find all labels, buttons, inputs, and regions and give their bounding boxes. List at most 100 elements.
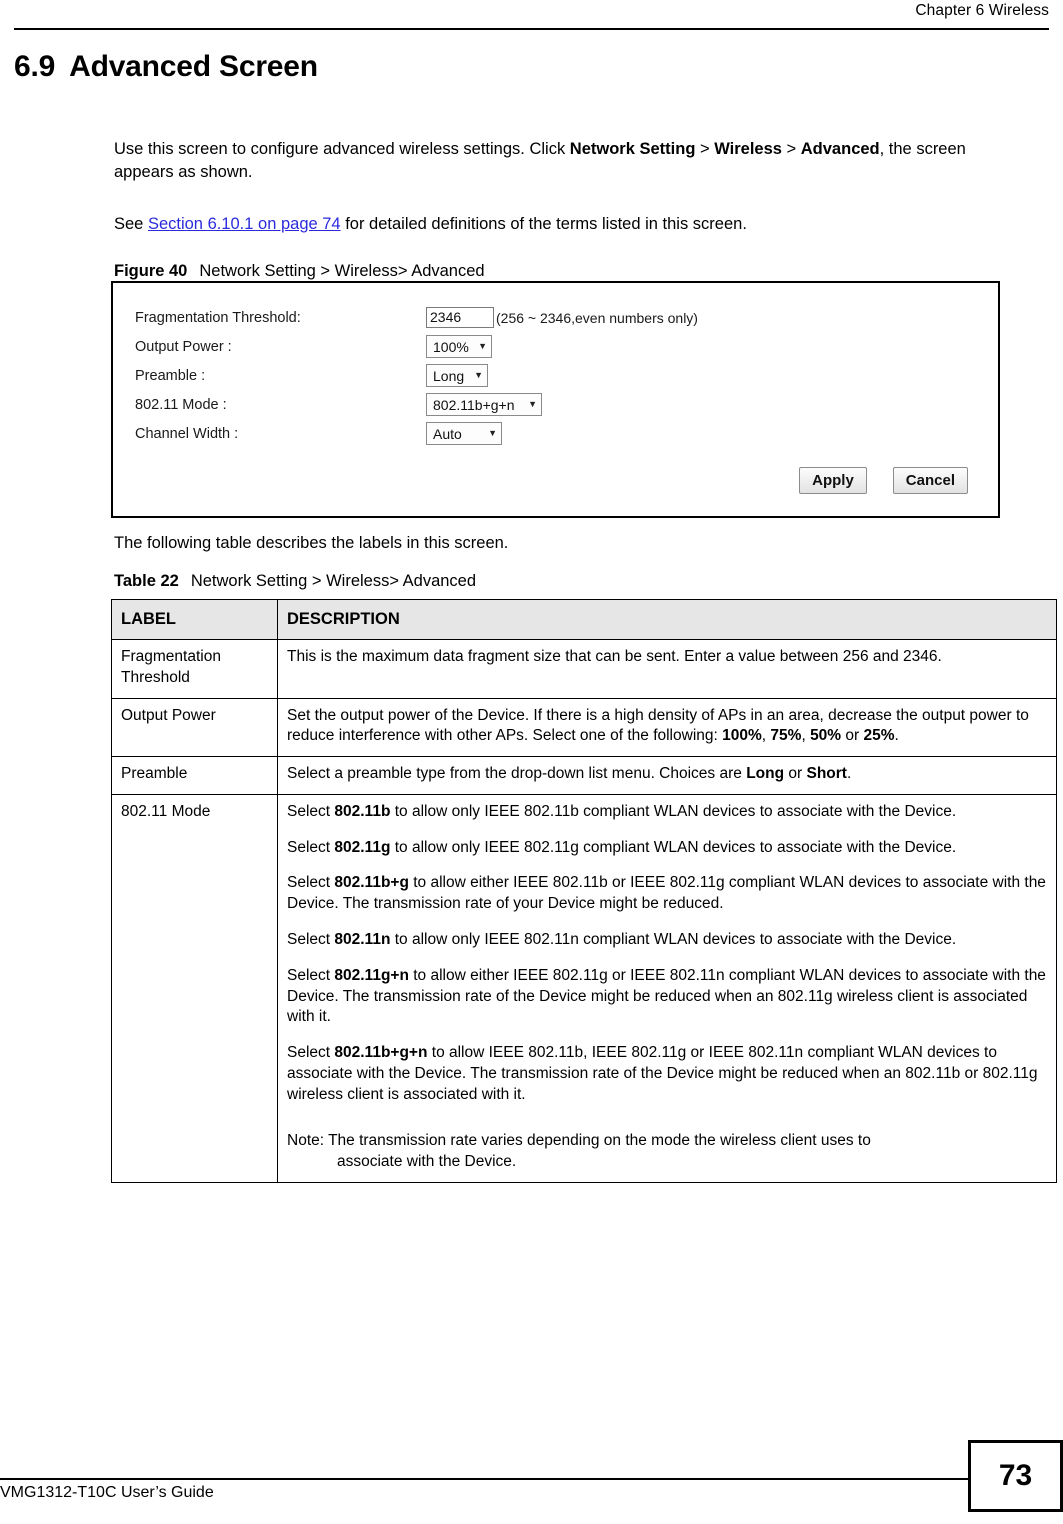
fragmentation-threshold-control: (256 ~ 2346,even numbers only) (426, 307, 698, 328)
table-caption: Table 22 Network Setting > Wireless> Adva… (114, 572, 476, 591)
mode-note-line-2: associate with the Device. (337, 1153, 517, 1171)
preamble-value-long: Long (746, 765, 785, 783)
mode-p2-select: Select (287, 838, 335, 856)
preamble-selected-value: Long (433, 367, 465, 384)
page-title: 6.9 Advanced Screen (0, 50, 1063, 85)
mode-p1-text: to allow only IEEE 802.11b compliant WLA… (390, 802, 957, 820)
intro-p1-text-a: Use this screen to configure advanced wi… (114, 140, 570, 158)
power-sep-3: or (841, 727, 864, 745)
fragmentation-threshold-input[interactable] (426, 307, 494, 328)
output-power-label: Output Power : (135, 338, 232, 355)
figure-caption-label: Figure 40 (114, 262, 188, 280)
cross-reference-link[interactable]: Section 6.10.1 on page 74 (148, 215, 341, 233)
labels-description-table: LABEL DESCRIPTION Fragmentation Threshol… (111, 598, 1057, 1183)
intro-p1-sep-1: > (695, 140, 715, 158)
output-power-control: 100% ▼ (426, 335, 492, 358)
mode-note-line-1: Note: The transmission rate varies depen… (287, 1132, 871, 1150)
nav-advanced: Advanced (800, 140, 880, 158)
row-label-fragmentation-threshold: Fragmentation Threshold (111, 639, 278, 699)
output-power-select[interactable]: 100% ▼ (426, 335, 492, 358)
intro-paragraph-2: See Section 6.10.1 on page 74 for detail… (114, 213, 1014, 236)
mode-paragraph-80211bg: Select 802.11b+g to allow either IEEE 80… (287, 873, 1047, 915)
table-row: 802.11 Mode Select 802.11b to allow only… (111, 793, 1057, 1183)
intro-p2-text-a: See (114, 215, 148, 233)
table-row: Output Power Set the output power of the… (111, 697, 1057, 758)
preamble-value-short: Short (806, 765, 847, 783)
mode-value-80211b: 802.11b (334, 802, 391, 820)
intro-paragraph-3: The following table describes the labels… (114, 534, 509, 552)
mode-paragraph-80211gn: Select 802.11g+n to allow either IEEE 80… (287, 966, 1047, 1028)
mode-value-80211bg: 802.11b+g (334, 874, 409, 892)
row-label-80211-mode: 802.11 Mode (111, 793, 278, 1183)
row-label-preamble: Preamble (111, 756, 278, 795)
chapter-running-head: Chapter 6 Wireless (915, 2, 1049, 19)
preamble-label: Preamble : (135, 367, 206, 384)
apply-button[interactable]: Apply (799, 467, 867, 494)
page-content: 6.9 Advanced Screen Use this screen to co… (0, 50, 1063, 1183)
cancel-button[interactable]: Cancel (892, 467, 968, 494)
row-description-80211-mode: Select 802.11b to allow only IEEE 802.11… (277, 793, 1057, 1183)
row-description-output-power: Set the output power of the Device. If t… (277, 697, 1057, 758)
chevron-down-icon: ▼ (478, 341, 487, 351)
chevron-down-icon: ▼ (488, 428, 497, 438)
mode-p4-select: Select (287, 931, 335, 948)
mode-paragraph-80211b: Select 802.11b to allow only IEEE 802.11… (287, 802, 1047, 823)
fragmentation-threshold-label: Fragmentation Threshold: (135, 309, 301, 326)
header-rule (14, 28, 1049, 30)
mode-paragraph-80211n: Select 802.11n to allow only IEEE 802.11… (287, 930, 1047, 951)
figure-caption-text: Network Setting > Wireless> Advanced (199, 262, 485, 280)
row-label-output-power: Output Power (111, 697, 278, 758)
channel-width-selected-value: Auto (433, 425, 462, 442)
column-header-description: DESCRIPTION (277, 598, 1057, 641)
row-description-preamble: Select a preamble type from the drop-dow… (277, 756, 1057, 795)
row-description-fragmentation-threshold: This is the maximum data fragment size t… (277, 639, 1057, 699)
page-footer: VMG1312-T10C User’s Guide 73 (0, 1440, 1063, 1524)
mode-p1-select: Select (287, 802, 335, 820)
table-caption-label: Table 22 (114, 572, 179, 590)
mode-value-80211gn: 802.11g+n (334, 966, 409, 984)
power-value-25: 25% (863, 727, 895, 745)
power-value-75: 75% (770, 727, 802, 745)
screenshot-figure: Fragmentation Threshold: (256 ~ 2346,eve… (111, 281, 1000, 518)
preamble-control: Long ▼ (426, 364, 488, 387)
mode-note: Note: The transmission rate varies depen… (287, 1131, 1047, 1173)
mode-p6-select: Select (287, 1044, 335, 1062)
nav-wireless: Wireless (714, 140, 782, 158)
preamble-desc-text: Select a preamble type from the drop-dow… (287, 765, 747, 783)
table-header-row: LABEL DESCRIPTION (111, 598, 1057, 641)
80211-mode-label: 802.11 Mode : (135, 396, 227, 413)
nav-network-setting: Network Setting (569, 140, 696, 158)
preamble-select[interactable]: Long ▼ (426, 364, 488, 387)
preamble-desc-paragraph: Select a preamble type from the drop-dow… (287, 764, 1047, 785)
chevron-down-icon: ▼ (528, 399, 537, 409)
table-row: Preamble Select a preamble type from the… (111, 756, 1057, 795)
form-row-output-power: Output Power : 100% ▼ (135, 332, 698, 361)
section-heading-text: Advanced Screen (69, 50, 318, 83)
page-header: Chapter 6 Wireless (0, 0, 1063, 34)
power-value-100: 100% (722, 727, 762, 745)
output-power-desc-paragraph: Set the output power of the Device. If t… (287, 706, 1047, 748)
form-row-80211-mode: 802.11 Mode : 802.11b+g+n ▼ (135, 390, 698, 419)
80211-mode-select[interactable]: 802.11b+g+n ▼ (426, 393, 542, 416)
80211-mode-control: 802.11b+g+n ▼ (426, 393, 542, 416)
fragmentation-threshold-hint: (256 ~ 2346,even numbers only) (496, 309, 698, 326)
table-row: Fragmentation Threshold This is the maxi… (111, 639, 1057, 699)
form-row-preamble: Preamble : Long ▼ (135, 361, 698, 390)
power-sep-2: , (801, 727, 811, 745)
output-power-desc-text: Set the output power of the Device. If t… (287, 706, 1029, 745)
section-number: 6.9 (14, 50, 56, 83)
mode-p5-select: Select (287, 966, 335, 984)
mode-p4-text: to allow only IEEE 802.11n compliant WLA… (390, 931, 957, 948)
chevron-down-icon: ▼ (474, 370, 483, 380)
mode-value-80211bgn: 802.11b+g+n (334, 1044, 428, 1062)
page-number: 73 (968, 1440, 1063, 1512)
power-desc-end: . (894, 727, 899, 745)
mode-paragraph-80211g: Select 802.11g to allow only IEEE 802.11… (287, 838, 1047, 859)
channel-width-select[interactable]: Auto ▼ (426, 422, 502, 445)
preamble-desc-end: . (846, 765, 852, 783)
advanced-settings-form: Fragmentation Threshold: (256 ~ 2346,eve… (135, 303, 698, 448)
channel-width-control: Auto ▼ (426, 422, 502, 445)
mode-paragraph-80211bgn: Select 802.11b+g+n to allow IEEE 802.11b… (287, 1043, 1047, 1105)
form-row-fragmentation-threshold: Fragmentation Threshold: (256 ~ 2346,eve… (135, 303, 698, 332)
channel-width-label: Channel Width : (135, 425, 239, 442)
